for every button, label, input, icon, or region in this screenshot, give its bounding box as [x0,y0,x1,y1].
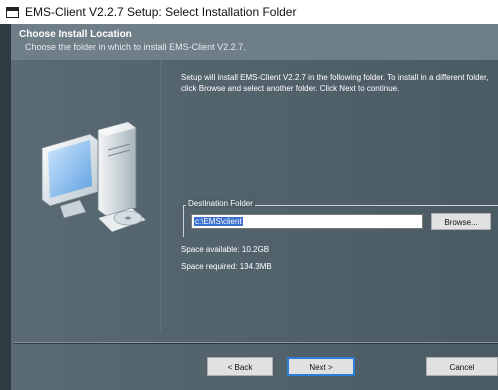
space-required-text: Space required: 134.3MB [181,262,272,271]
page-title: Choose Install Location [19,29,132,40]
space-available-text: Space available: 10.2GB [181,245,270,254]
back-button[interactable]: < Back [207,357,273,376]
destination-folder-label: Destination Folder [186,199,255,208]
left-border [0,24,11,390]
window-title: EMS-Client V2.2.7 Setup: Select Installa… [25,5,297,19]
destination-folder-input[interactable]: c:\EMS\client [191,214,423,229]
install-info-text: Setup will install EMS-Client V2.2.7 in … [181,73,489,93]
page-header: Choose Install Location Choose the folde… [11,24,498,60]
page-subtitle: Choose the folder in which to install EM… [25,42,246,52]
browse-button[interactable]: Browse... [431,213,491,230]
footer-divider-shadow [14,343,498,344]
cancel-button[interactable]: Cancel [426,357,498,376]
title-bar[interactable]: EMS-Client V2.2.7 Setup: Select Installa… [0,0,498,24]
next-button[interactable]: Next > [287,357,355,376]
destination-folder-value: c:\EMS\client [194,217,243,226]
window-icon [6,6,19,18]
content-divider [160,60,161,332]
installer-window: EMS-Client V2.2.7 Setup: Select Installa… [0,0,498,390]
computer-install-icon [41,121,147,233]
